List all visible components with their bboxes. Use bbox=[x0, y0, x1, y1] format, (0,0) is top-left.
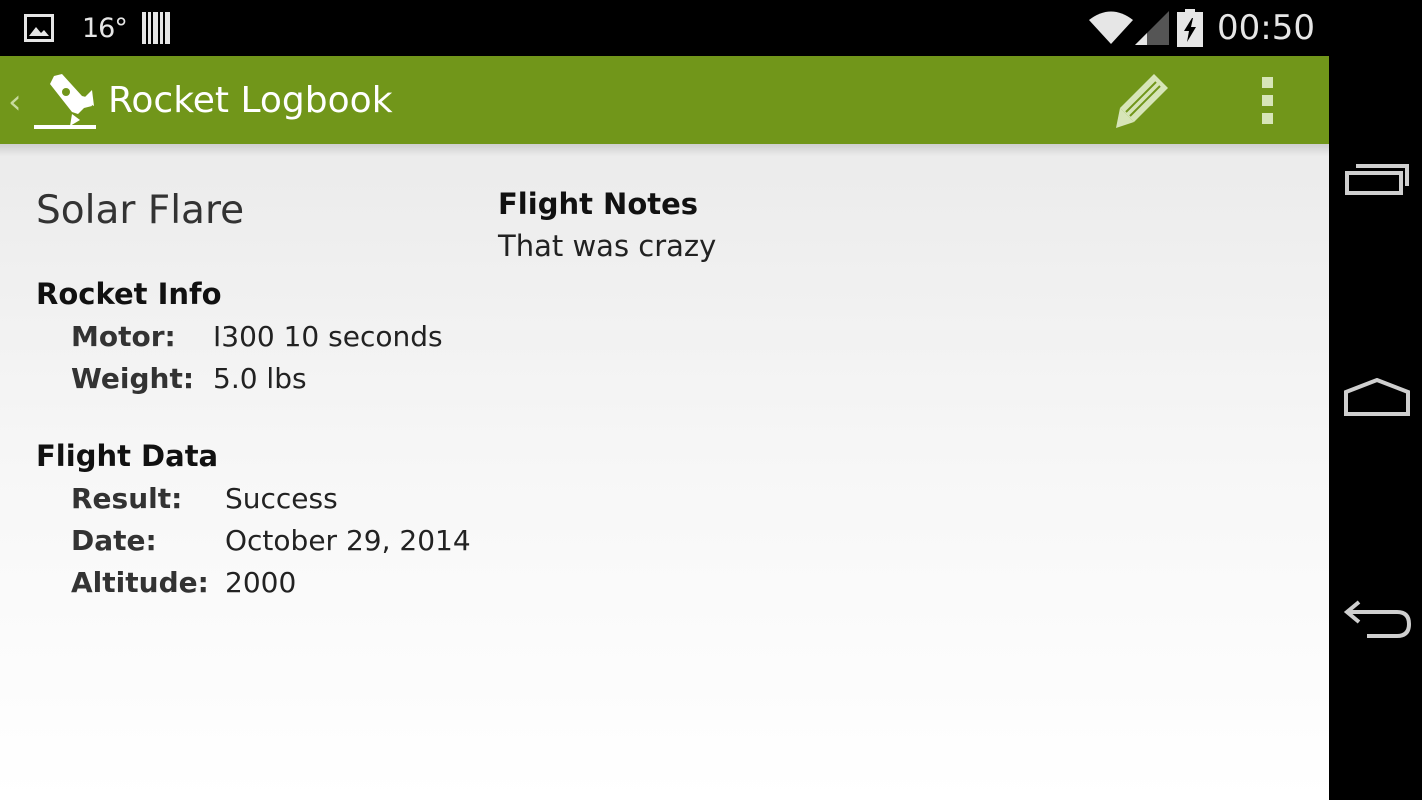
status-bar-right: 00:50 bbox=[1089, 8, 1315, 48]
pencil-edit-icon bbox=[1116, 74, 1168, 128]
date-label: Date: bbox=[71, 524, 157, 557]
action-bar: ‹ Rocket Logbook bbox=[0, 56, 1329, 144]
navigation-bar bbox=[1329, 0, 1422, 800]
up-caret-icon[interactable]: ‹ bbox=[8, 82, 22, 122]
home-icon bbox=[1344, 378, 1410, 416]
battery-charging-icon bbox=[1177, 9, 1204, 47]
weight-label: Weight: bbox=[71, 362, 195, 395]
flight-notes-text: That was crazy bbox=[498, 229, 717, 263]
rocket-name: Solar Flare bbox=[36, 188, 245, 233]
recent-apps-icon bbox=[1345, 164, 1409, 195]
flight-detail-content: Solar Flare Rocket Info Motor: I300 10 s… bbox=[0, 144, 1329, 800]
recent-apps-button[interactable] bbox=[1341, 148, 1413, 208]
altitude-label: Altitude: bbox=[71, 566, 209, 599]
overflow-menu-icon-dot bbox=[1261, 112, 1273, 124]
result-label: Result: bbox=[71, 482, 183, 515]
weight-value: 5.0 lbs bbox=[213, 362, 307, 395]
overflow-menu-button[interactable] bbox=[1242, 70, 1292, 130]
overflow-menu-icon-dot bbox=[1261, 94, 1273, 106]
image-notification-icon bbox=[24, 14, 54, 42]
barcode-notification-icon bbox=[141, 12, 170, 44]
rocket-app-icon[interactable] bbox=[32, 70, 98, 132]
status-bar-left: 16° bbox=[24, 10, 171, 46]
status-bar: 16° 00:50 bbox=[0, 0, 1329, 56]
rocket-info-heading: Rocket Info bbox=[36, 277, 222, 311]
motor-label: Motor: bbox=[71, 320, 176, 353]
flight-notes-heading: Flight Notes bbox=[498, 187, 699, 221]
back-button[interactable] bbox=[1341, 590, 1413, 650]
home-button[interactable] bbox=[1341, 368, 1413, 428]
action-bar-shadow bbox=[0, 144, 1329, 156]
date-value: October 29, 2014 bbox=[225, 524, 471, 557]
temperature-text: 16° bbox=[82, 12, 128, 44]
motor-value: I300 10 seconds bbox=[213, 320, 443, 353]
app-title: Rocket Logbook bbox=[108, 80, 393, 121]
overflow-menu-icon bbox=[1261, 76, 1273, 88]
flight-data-heading: Flight Data bbox=[36, 439, 219, 473]
cell-signal-icon bbox=[1135, 11, 1170, 45]
wifi-icon bbox=[1089, 11, 1134, 44]
back-icon bbox=[1343, 600, 1412, 638]
clock-text: 00:50 bbox=[1217, 8, 1315, 48]
result-value: Success bbox=[225, 482, 338, 515]
edit-button[interactable] bbox=[1104, 66, 1184, 134]
altitude-value: 2000 bbox=[225, 566, 297, 599]
